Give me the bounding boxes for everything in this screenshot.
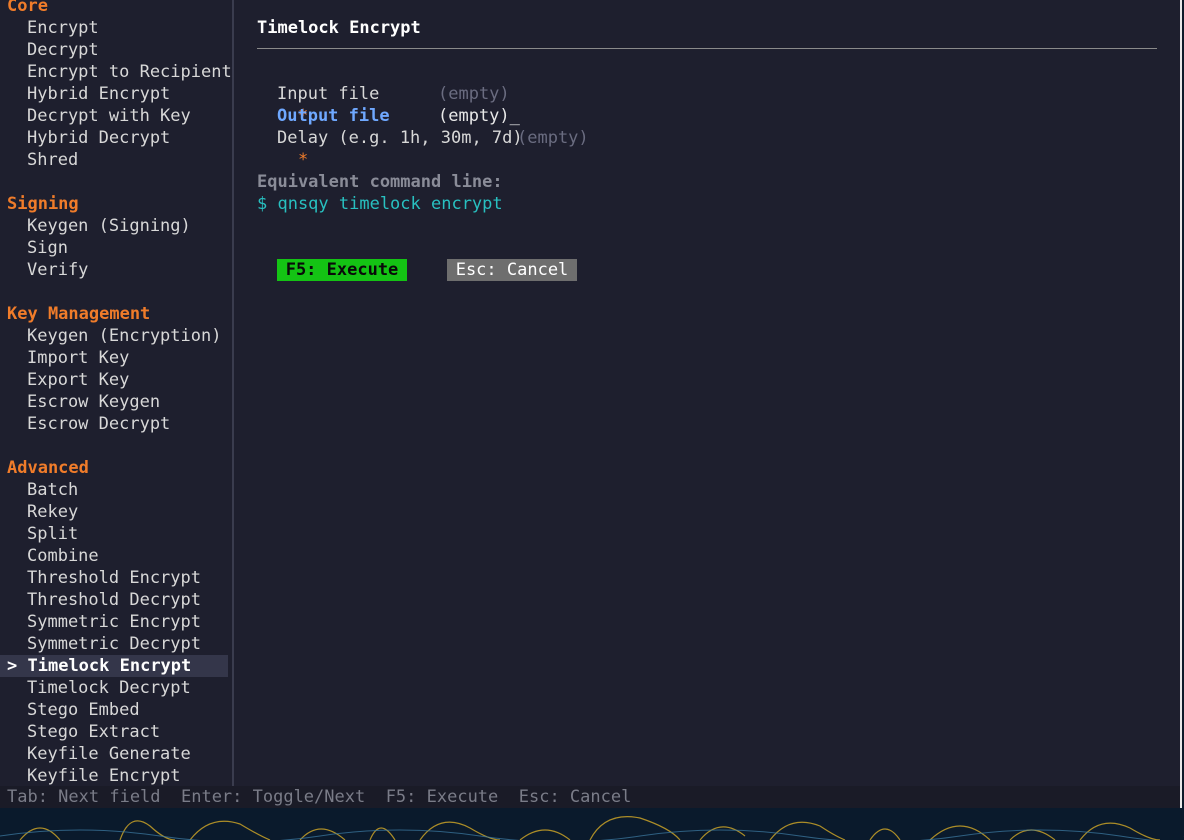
sidebar-item-hybrid-encrypt[interactable]: Hybrid Encrypt — [27, 83, 170, 105]
execute-button[interactable]: F5: Execute — [277, 259, 407, 281]
sidebar-item-encrypt-to-recipient[interactable]: Encrypt to Recipient — [27, 61, 232, 83]
sidebar-item-symmetric-decrypt[interactable]: Symmetric Decrypt — [27, 633, 201, 655]
sidebar-item-escrow-keygen[interactable]: Escrow Keygen — [27, 391, 160, 413]
sidebar-item-keygen-encryption[interactable]: Keygen (Encryption) — [27, 325, 221, 347]
keybinding-hints: Tab: Next field Enter: Toggle/Next F5: E… — [7, 787, 632, 807]
sidebar-item-threshold-encrypt[interactable]: Threshold Encrypt — [27, 567, 201, 589]
sidebar-section-advanced: Advanced — [7, 458, 89, 478]
page-title: Timelock Encrypt — [257, 18, 421, 38]
field-value-input-file[interactable]: (empty) — [438, 83, 510, 105]
equivalent-command-label: Equivalent command line: — [257, 172, 503, 192]
required-marker: * — [297, 150, 309, 170]
field-value-delay[interactable]: (empty) — [517, 127, 589, 149]
selection-marker: > — [7, 656, 18, 676]
sidebar-item-shred[interactable]: Shred — [27, 149, 78, 171]
sidebar-item-escrow-decrypt[interactable]: Escrow Decrypt — [27, 413, 170, 435]
sidebar-section-core: Core — [7, 0, 48, 16]
desktop-wallpaper — [0, 806, 1184, 840]
sidebar-item-import-key[interactable]: Import Key — [27, 347, 129, 369]
sidebar-item-stego-embed[interactable]: Stego Embed — [27, 699, 140, 721]
sidebar-divider — [232, 0, 234, 786]
field-label-input-file: Input file — [277, 84, 380, 104]
sidebar-item-batch[interactable]: Batch — [27, 479, 78, 501]
sidebar-item-keyfile-encrypt[interactable]: Keyfile Encrypt — [27, 765, 181, 786]
field-value-output-file[interactable]: (empty)_ — [438, 105, 520, 127]
sidebar-item-keygen-signing[interactable]: Keygen (Signing) — [27, 215, 191, 237]
sidebar-section-signing: Signing — [7, 194, 79, 214]
sidebar-item-symmetric-encrypt[interactable]: Symmetric Encrypt — [27, 611, 201, 633]
sidebar-item-stego-extract[interactable]: Stego Extract — [27, 721, 160, 743]
sidebar-section-key-management: Key Management — [7, 304, 151, 324]
sidebar-item-export-key[interactable]: Export Key — [27, 369, 129, 391]
sidebar: Core Encrypt Decrypt Encrypt to Recipien… — [0, 0, 232, 786]
sidebar-item-rekey[interactable]: Rekey — [27, 501, 78, 523]
sidebar-item-threshold-decrypt[interactable]: Threshold Decrypt — [27, 589, 201, 611]
sidebar-item-combine[interactable]: Combine — [27, 545, 99, 567]
command-preview: $ qnsqy timelock encrypt — [257, 194, 503, 214]
status-bar: Tab: Next field Enter: Toggle/Next F5: E… — [0, 786, 1180, 808]
field-label-delay: Delay (e.g. 1h, 30m, 7d) — [277, 128, 523, 148]
sidebar-item-keyfile-generate[interactable]: Keyfile Generate — [27, 743, 191, 765]
sidebar-item-verify[interactable]: Verify — [27, 259, 88, 281]
cancel-button[interactable]: Esc: Cancel — [447, 259, 577, 281]
sidebar-item-decrypt-with-key[interactable]: Decrypt with Key — [27, 105, 191, 127]
terminal-window: Core Encrypt Decrypt Encrypt to Recipien… — [0, 0, 1180, 808]
title-underline — [257, 48, 1157, 49]
field-label-output-file: Output file — [277, 106, 390, 126]
sidebar-item-sign[interactable]: Sign — [27, 237, 68, 259]
sidebar-item-timelock-decrypt[interactable]: Timelock Decrypt — [27, 677, 191, 699]
sidebar-item-hybrid-decrypt[interactable]: Hybrid Decrypt — [27, 127, 170, 149]
sidebar-item-split[interactable]: Split — [27, 523, 78, 545]
sidebar-item-decrypt[interactable]: Decrypt — [27, 39, 99, 61]
sidebar-item-encrypt[interactable]: Encrypt — [27, 17, 99, 39]
sidebar-item-timelock-encrypt[interactable]: > Timelock Encrypt — [7, 655, 191, 677]
sidebar-item-label: Timelock Encrypt — [27, 656, 192, 676]
